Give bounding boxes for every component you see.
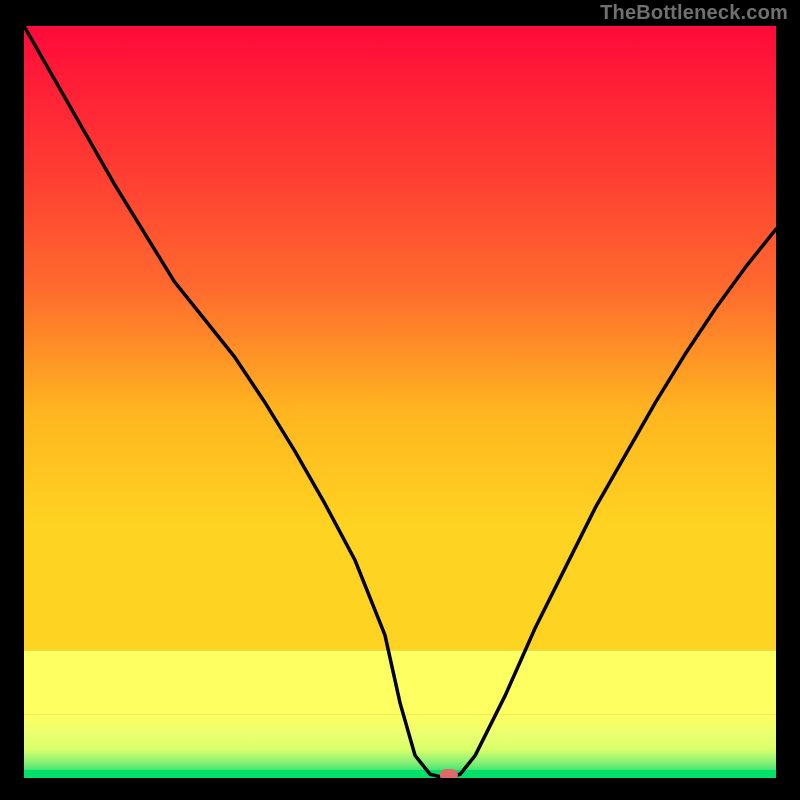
watermark-text: TheBottleneck.com <box>600 2 788 25</box>
optimal-point-marker <box>440 769 458 778</box>
chart-stage: { "watermark": "TheBottleneck.com", "cha… <box>0 0 800 800</box>
gradient-background <box>24 26 776 650</box>
chart-svg <box>24 26 776 778</box>
green-baseline <box>24 770 776 778</box>
green-band <box>24 714 776 778</box>
bottleneck-chart <box>24 26 776 778</box>
